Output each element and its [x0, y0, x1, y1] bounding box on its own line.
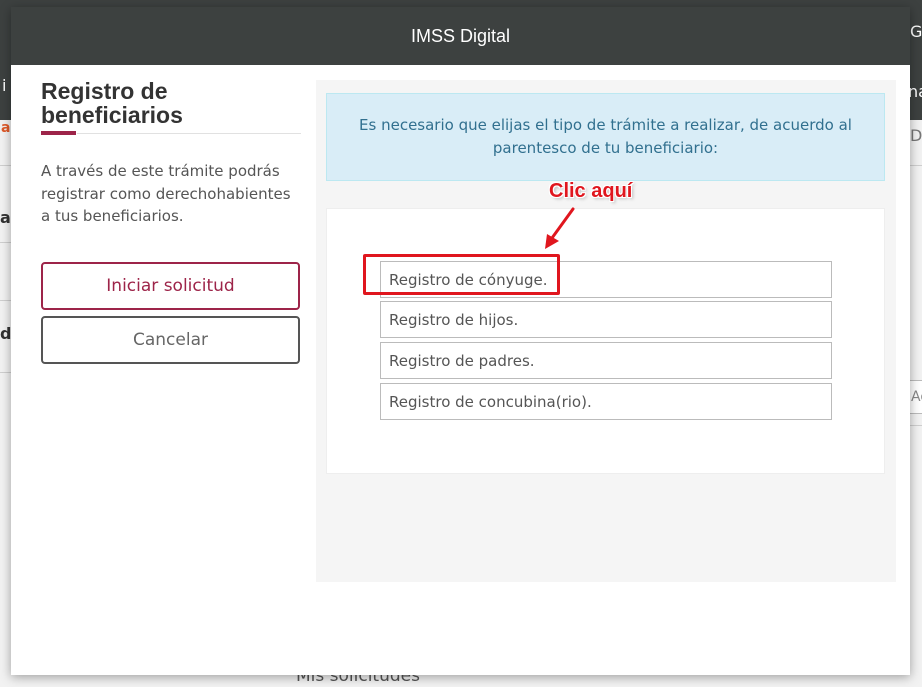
background-divider [0, 300, 11, 301]
page-title: Registro de beneficiarios [41, 78, 183, 128]
background-divider [910, 165, 922, 166]
options-card: Registro de cónyuge. Registro de hijos. … [326, 208, 885, 474]
background-divider [0, 165, 11, 166]
background-fragment: G [910, 22, 922, 41]
background-divider [910, 425, 922, 426]
background-fragment: De [910, 126, 922, 145]
modal-dialog: IMSS Digital Registro de beneficiarios A… [11, 7, 910, 675]
annotation-label: Clic aquí [549, 180, 633, 202]
background-divider [0, 372, 11, 373]
start-request-button[interactable]: Iniciar solicitud [41, 261, 300, 310]
cancel-button[interactable]: Cancelar [41, 315, 300, 364]
background-fragment: i [2, 76, 7, 95]
background-fragment: na [908, 82, 922, 101]
annotation-arrow-icon [545, 207, 575, 249]
info-alert: Es necesario que elijas el tipo de trámi… [326, 93, 885, 181]
right-panel: Es necesario que elijas el tipo de trámi… [316, 80, 896, 582]
modal-header: IMSS Digital [11, 7, 910, 65]
option-parents[interactable]: Registro de padres. [380, 342, 832, 379]
left-panel: Registro de beneficiarios A través de es… [41, 79, 301, 364]
background-divider [0, 242, 11, 243]
option-children[interactable]: Registro de hijos. [380, 301, 832, 338]
title-accent-bar [41, 131, 76, 135]
title-divider [77, 133, 301, 134]
highlight-box [363, 254, 560, 295]
procedure-description: A través de este trámite podrás registra… [41, 162, 291, 225]
option-concubine[interactable]: Registro de concubina(rio). [380, 383, 832, 420]
modal-title: IMSS Digital [410, 25, 511, 46]
